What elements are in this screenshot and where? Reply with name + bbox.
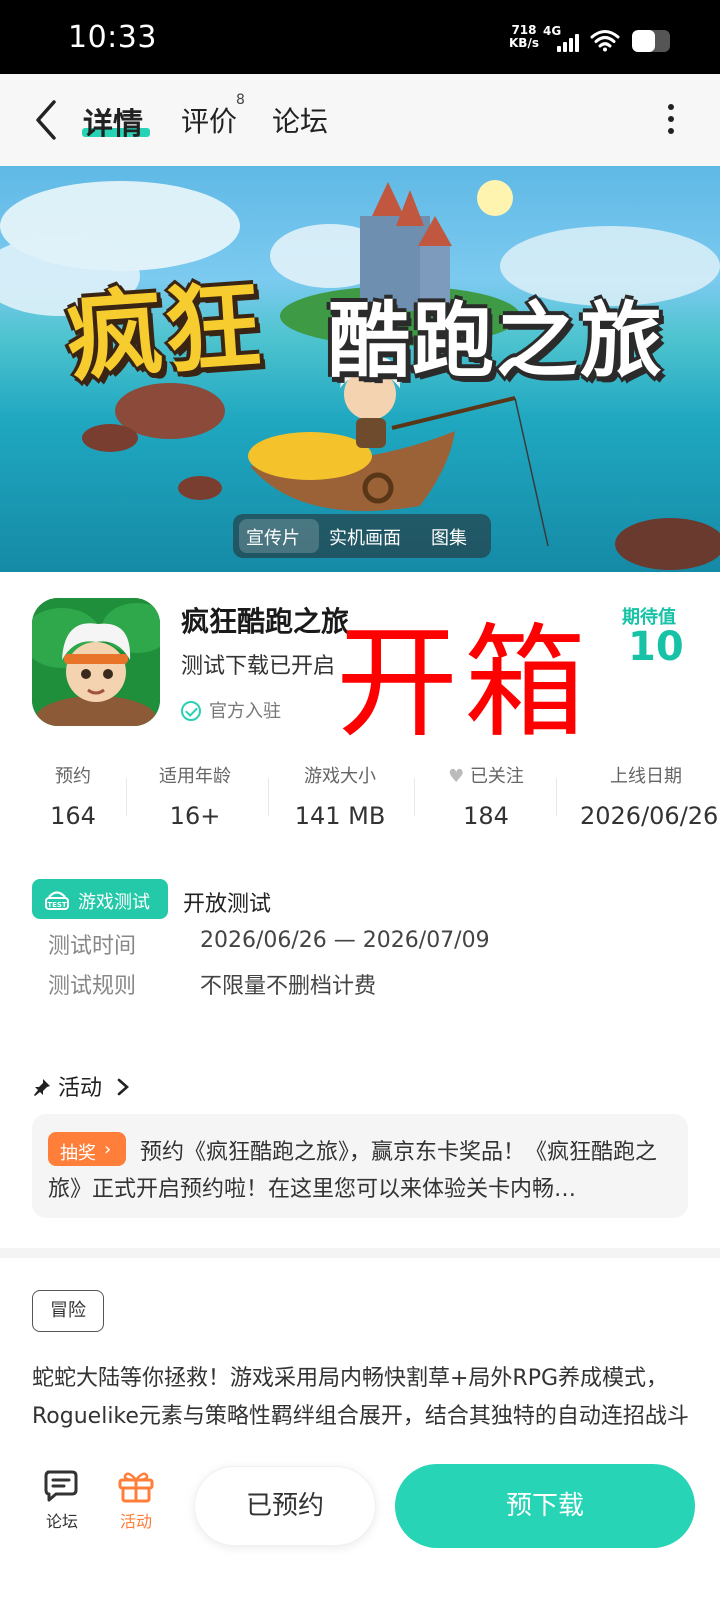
battery-icon	[632, 30, 670, 52]
stat-value: 2026/06/26	[580, 802, 719, 830]
stat-followers[interactable]: ♥ 已关注 184	[436, 762, 536, 830]
bottom-activity[interactable]: 活动	[114, 1468, 158, 1532]
stat-value: 164	[50, 802, 96, 830]
heart-icon: ♥	[448, 766, 465, 787]
game-description: 蛇蛇大陆等你拯救！游戏采用局内畅快割草+局外RPG养成模式，Roguelike元…	[32, 1366, 689, 1450]
activity-label: 活动	[119, 1512, 152, 1531]
genre-tag[interactable]: 冒险	[32, 1290, 104, 1332]
pin-icon	[34, 1079, 50, 1096]
chevron-right-icon	[117, 1078, 129, 1096]
top-nav: 详情 评价 8 论坛	[0, 74, 720, 166]
test-rule-label: 测试规则	[48, 974, 137, 999]
divider	[268, 778, 269, 816]
game-icon-art	[32, 598, 160, 726]
media-tab-gallery[interactable]: 图集	[431, 524, 467, 550]
stat-age: 适用年龄 16+	[150, 762, 240, 830]
divider	[556, 778, 557, 816]
status-bar: 10:33 718 KB/s 4G	[0, 0, 720, 74]
back-arrow-icon[interactable]	[32, 98, 60, 142]
game-icon[interactable]	[32, 598, 160, 726]
reviews-count-badge: 8	[236, 92, 245, 108]
section-separator	[0, 1248, 720, 1258]
media-tab-gameplay[interactable]: 实机画面	[329, 524, 401, 550]
stat-label: 已关注	[469, 766, 524, 787]
svg-text:TEST: TEST	[47, 901, 67, 909]
test-time-value: 2026/06/26 — 2026/07/09	[200, 928, 490, 953]
game-test-label: 游戏测试	[78, 892, 150, 913]
lottery-label: 抽奖	[60, 1143, 96, 1164]
divider	[126, 778, 127, 816]
network-speed: 718 KB/s	[509, 24, 539, 50]
stat-size: 游戏大小 141 MB	[290, 762, 390, 830]
banner-title-right: 酷跑之旅	[328, 294, 665, 389]
activity-description: 预约《疯狂酷跑之旅》，赢京东卡奖品！《疯狂酷跑之旅》正式开启预约啦！在这里您可以…	[48, 1140, 658, 1202]
verified-check-icon	[181, 701, 201, 721]
more-options-icon[interactable]	[668, 104, 674, 140]
game-test-badge: TEST 游戏测试	[32, 879, 168, 919]
test-rule-value: 不限量不删档计费	[200, 974, 377, 999]
lottery-tag[interactable]: 抽奖 ›	[48, 1132, 126, 1166]
stat-label: 预约	[55, 766, 91, 787]
banner-title-left: 疯狂	[62, 269, 267, 395]
status-time: 10:33	[68, 20, 157, 55]
reserved-button[interactable]: 已预约	[194, 1466, 376, 1546]
network-speed-unit: KB/s	[509, 36, 539, 50]
predownload-button[interactable]: 预下载	[395, 1464, 695, 1548]
stat-label-with-icon: ♥ 已关注	[436, 762, 536, 788]
activity-heading[interactable]: 活动	[32, 1070, 131, 1102]
overlay-annotation-text: 开箱	[336, 612, 592, 754]
media-tab-video[interactable]: 宣传片	[246, 524, 300, 550]
wifi-icon	[590, 30, 620, 52]
promo-banner[interactable]: 疯狂 酷跑之旅 宣传片 实机画面 图集	[0, 166, 720, 572]
stat-reservations: 预约 164	[38, 762, 108, 830]
bottom-forum[interactable]: 论坛	[40, 1468, 84, 1532]
official-label: 官方入驻	[209, 701, 281, 722]
expectation-value: 10	[628, 624, 684, 670]
activity-title: 活动	[58, 1076, 103, 1101]
chevron-right-icon: ›	[104, 1139, 112, 1160]
test-type: 开放测试	[183, 892, 272, 917]
divider	[414, 778, 415, 816]
stat-label: 适用年龄	[159, 766, 231, 787]
tab-details[interactable]: 详情	[83, 99, 143, 143]
stat-value: 16+	[169, 802, 221, 830]
game-status: 测试下载已开启	[181, 654, 336, 679]
game-title: 疯狂酷跑之旅	[181, 605, 350, 638]
signal-icon	[557, 32, 583, 52]
test-icon: TEST	[45, 891, 69, 910]
test-time-label: 测试时间	[48, 934, 137, 959]
stat-value: 141 MB	[294, 802, 386, 830]
forum-label: 论坛	[45, 1512, 78, 1531]
stat-label: 上线日期	[610, 766, 682, 787]
stat-label: 游戏大小	[304, 766, 376, 787]
media-tab-switcher: 宣传片 实机画面 图集	[233, 514, 491, 558]
stat-release-date: 上线日期 2026/06/26	[580, 762, 720, 830]
tab-forum[interactable]: 论坛	[272, 100, 328, 140]
forum-icon	[44, 1470, 78, 1502]
official-verified: 官方入驻	[181, 697, 281, 723]
gift-icon	[118, 1472, 154, 1503]
tab-reviews[interactable]: 评价	[181, 100, 237, 140]
stat-value: 184	[463, 802, 509, 830]
